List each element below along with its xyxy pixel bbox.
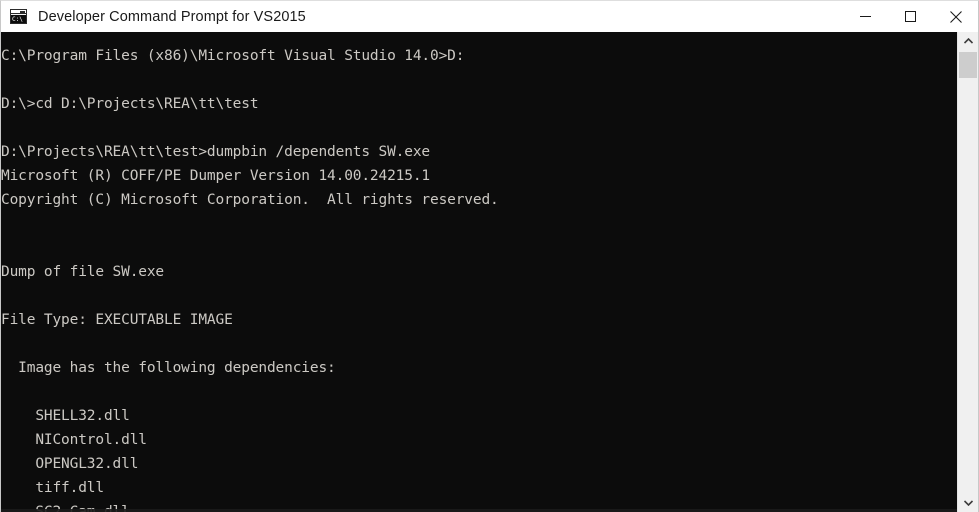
scroll-up-button[interactable] [958,32,978,50]
console-line: Image has the following dependencies: [1,360,336,376]
command-prompt-window: C:\ Developer Command Prompt for VS2015 [0,0,979,512]
console-line: D:\>cd D:\Projects\REA\tt\test [1,96,259,112]
console-line: D:\Projects\REA\tt\test>dumpbin /depende… [1,144,430,160]
console-icon-prompt: C:\ [11,15,26,23]
scroll-down-button[interactable] [958,494,978,512]
window-title: Developer Command Prompt for VS2015 [38,8,306,25]
vertical-scrollbar[interactable] [957,32,978,512]
maximize-button[interactable] [888,1,933,32]
title-bar[interactable]: C:\ Developer Command Prompt for VS2015 [1,1,978,32]
scrollbar-thumb[interactable] [959,52,977,78]
chevron-up-icon [963,38,973,44]
console-line: Microsoft (R) COFF/PE Dumper Version 14.… [1,168,430,184]
console-line: Dump of file SW.exe [1,264,165,280]
console-text: C:\Program Files (x86)\Microsoft Visual … [1,32,959,512]
console-line: NIControl.dll [1,432,147,448]
close-button[interactable] [933,1,978,32]
console-icon: C:\ [10,9,27,24]
chevron-down-icon [963,500,973,506]
console-line: File Type: EXECUTABLE IMAGE [1,312,233,328]
maximize-icon [905,11,916,22]
console-icon-titlestrip [11,10,26,14]
console-output-area[interactable]: C:\Program Files (x86)\Microsoft Visual … [1,32,959,512]
minimize-button[interactable] [843,1,888,32]
console-line: OPENGL32.dll [1,456,139,472]
console-icon-dots [20,11,25,13]
console-line: Copyright (C) Microsoft Corporation. All… [1,192,499,208]
console-line: tiff.dll [1,480,104,496]
console-line: SHELL32.dll [1,408,130,424]
console-line: C:\Program Files (x86)\Microsoft Visual … [1,48,465,64]
close-icon [949,10,962,23]
window-controls [843,1,978,32]
minimize-icon [860,16,871,17]
